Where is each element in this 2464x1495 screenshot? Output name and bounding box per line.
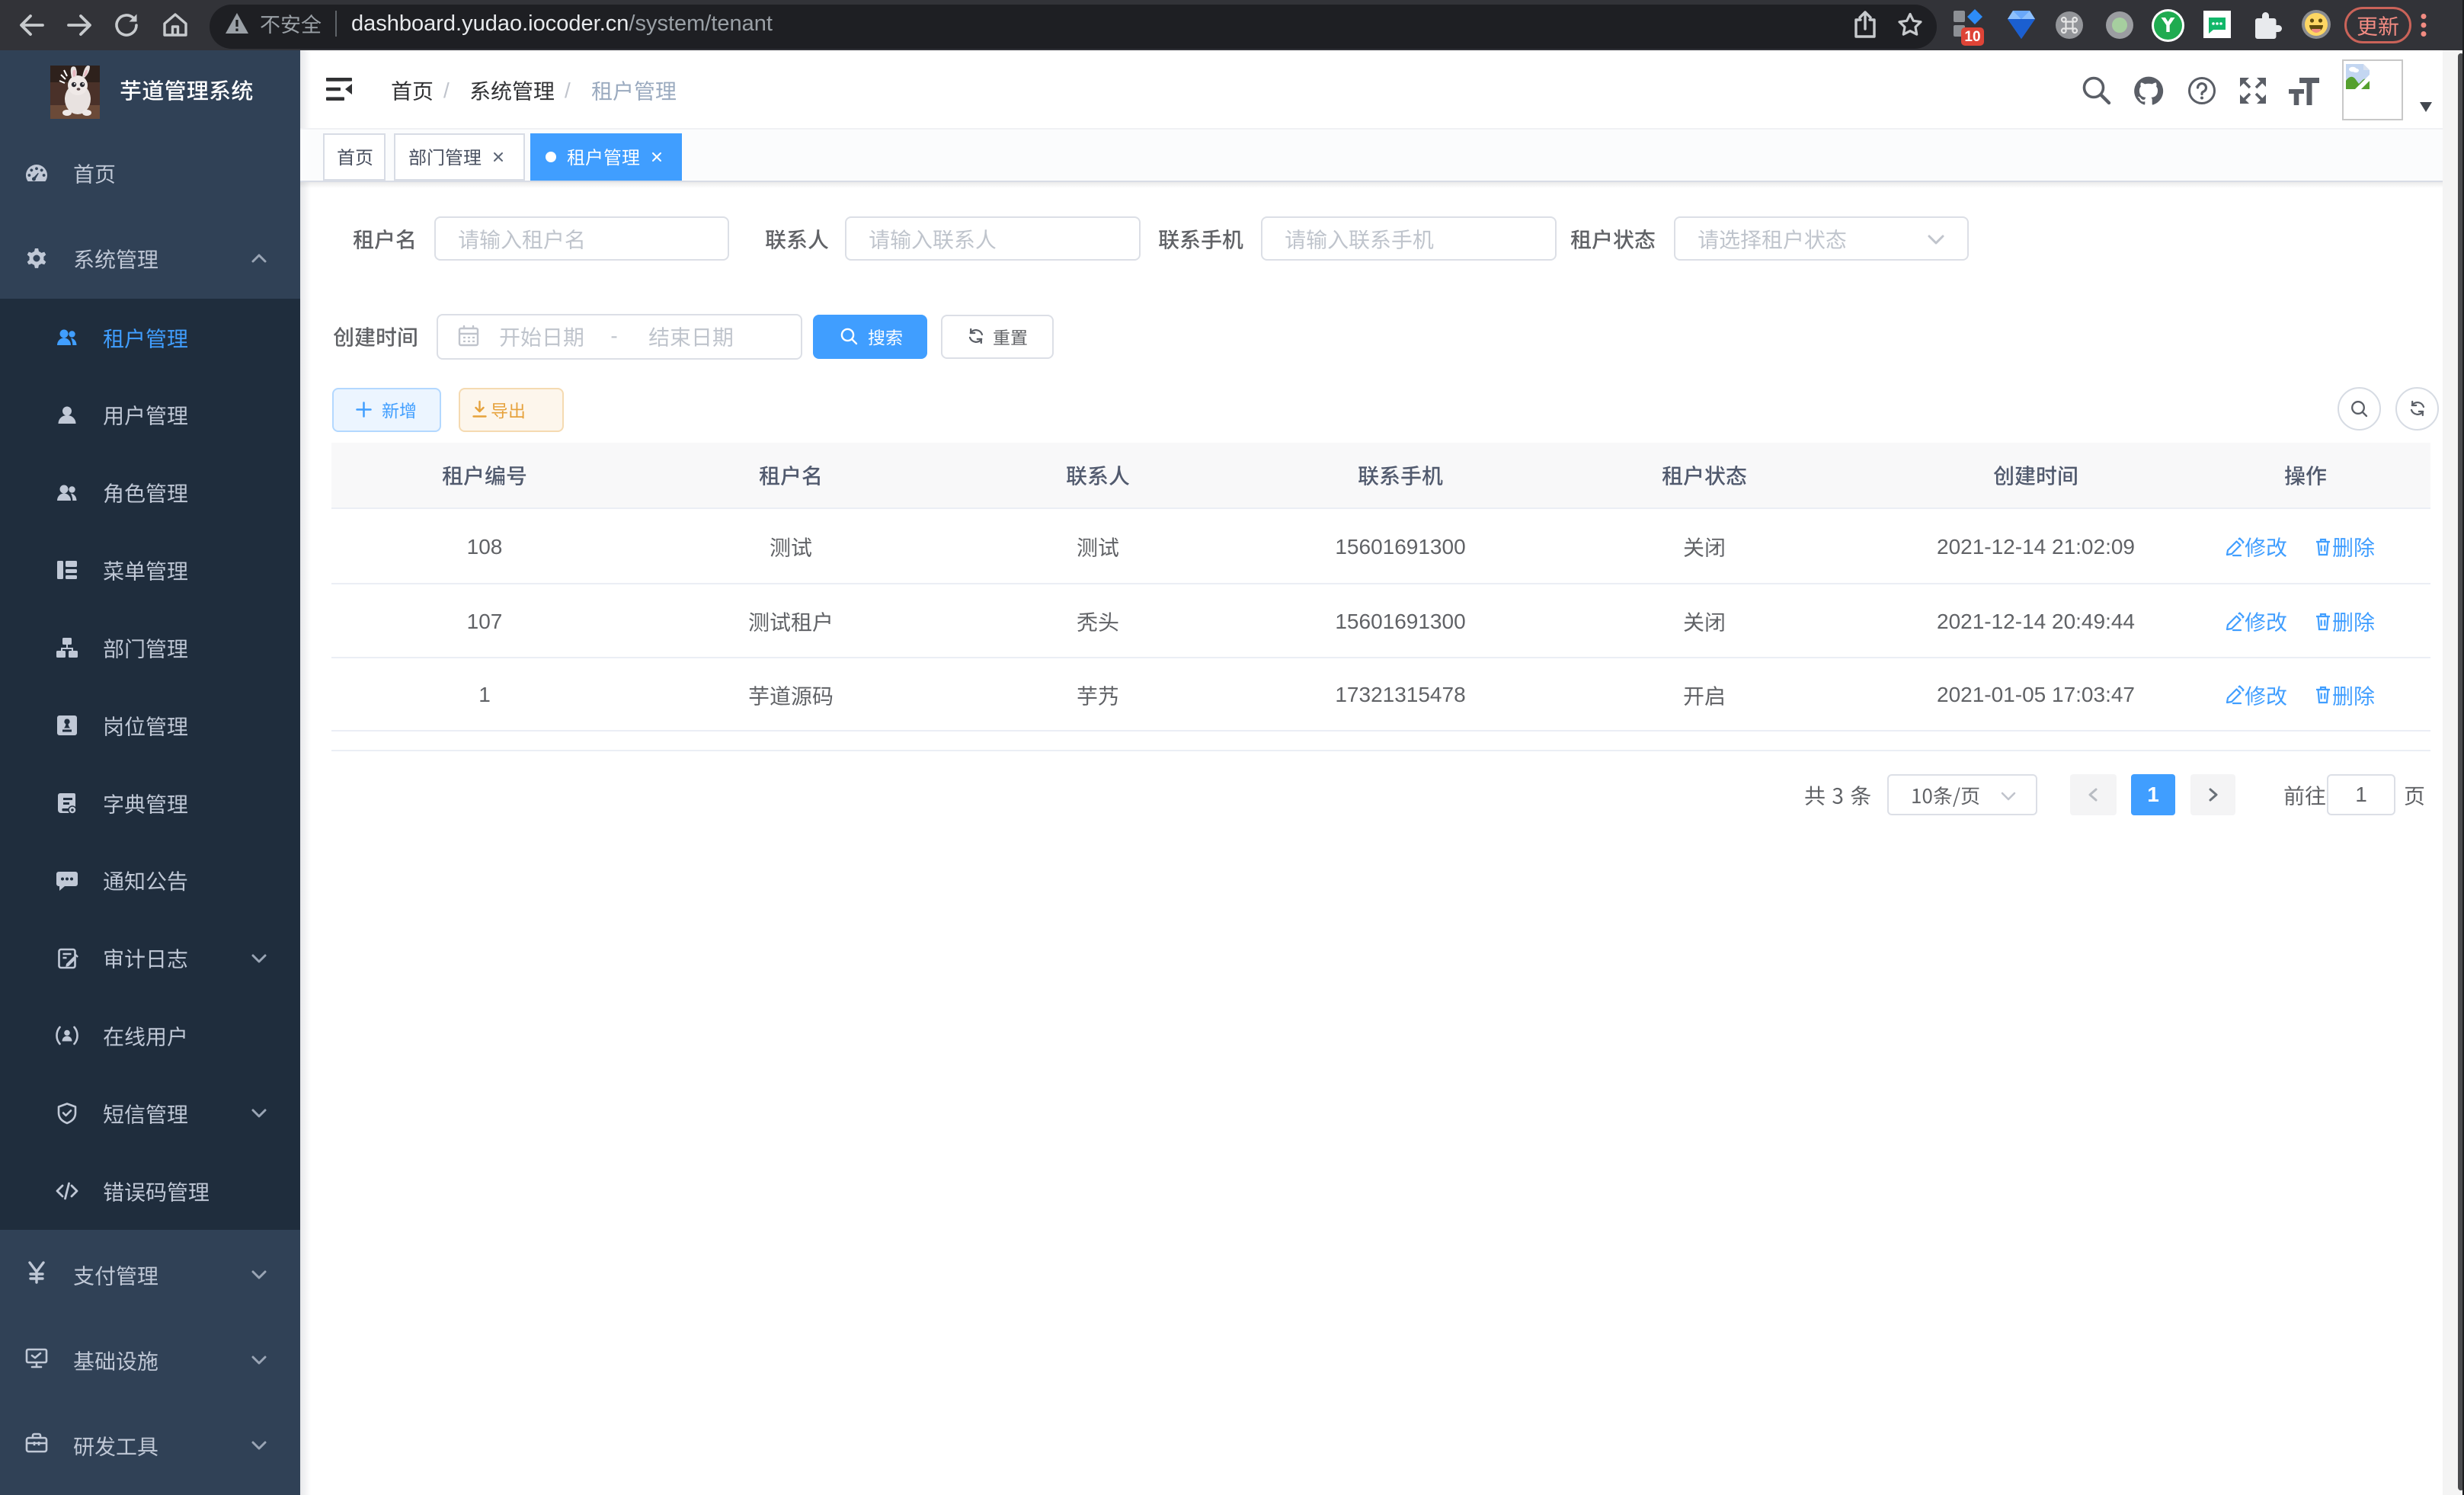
svg-text:10: 10 <box>1964 29 1980 45</box>
